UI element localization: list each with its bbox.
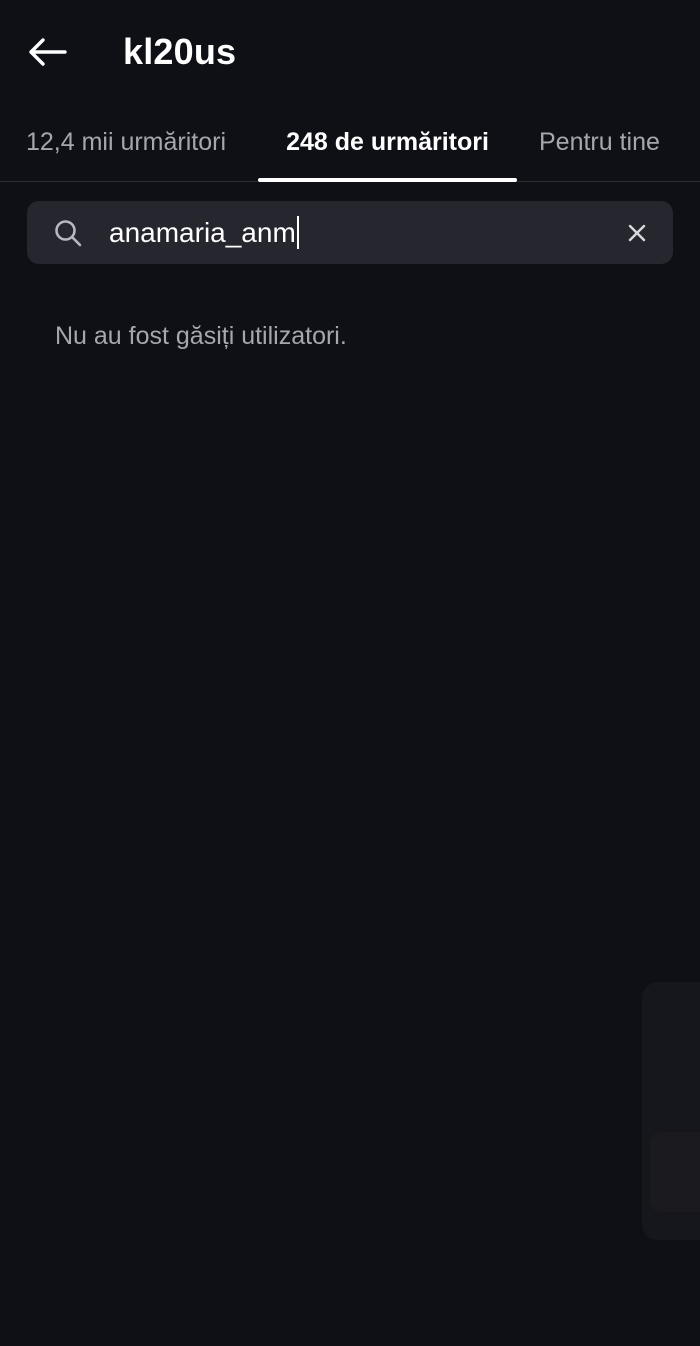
close-icon bbox=[628, 224, 646, 242]
tab-bar: 12,4 mii urmăritori 248 de urmăritori Pe… bbox=[0, 104, 700, 182]
tab-followers[interactable]: 12,4 mii urmăritori bbox=[0, 104, 252, 181]
active-tab-indicator bbox=[258, 178, 517, 182]
tab-for-you[interactable]: Pentru tine bbox=[527, 104, 700, 181]
followers-search-screen: kl20us 12,4 mii urmăritori 248 de urmări… bbox=[0, 0, 700, 1346]
search-input-value: anamaria_anm bbox=[109, 217, 296, 248]
empty-results-message: Nu au fost găsiți utilizatori. bbox=[55, 322, 347, 350]
tab-followers-filtered[interactable]: 248 de urmăritori bbox=[258, 104, 517, 181]
page-title: kl20us bbox=[123, 31, 237, 72]
floating-video-thumbnail[interactable] bbox=[642, 982, 700, 1240]
search-input[interactable]: anamaria_anm bbox=[109, 201, 609, 264]
clear-search-button[interactable] bbox=[621, 217, 653, 249]
search-icon bbox=[55, 220, 82, 247]
arrow-left-icon bbox=[29, 38, 67, 66]
back-button[interactable] bbox=[20, 28, 74, 76]
search-bar: anamaria_anm bbox=[27, 201, 673, 264]
text-caret bbox=[296, 216, 299, 249]
header: kl20us bbox=[0, 0, 700, 104]
thumbnail-preview bbox=[650, 1132, 700, 1212]
